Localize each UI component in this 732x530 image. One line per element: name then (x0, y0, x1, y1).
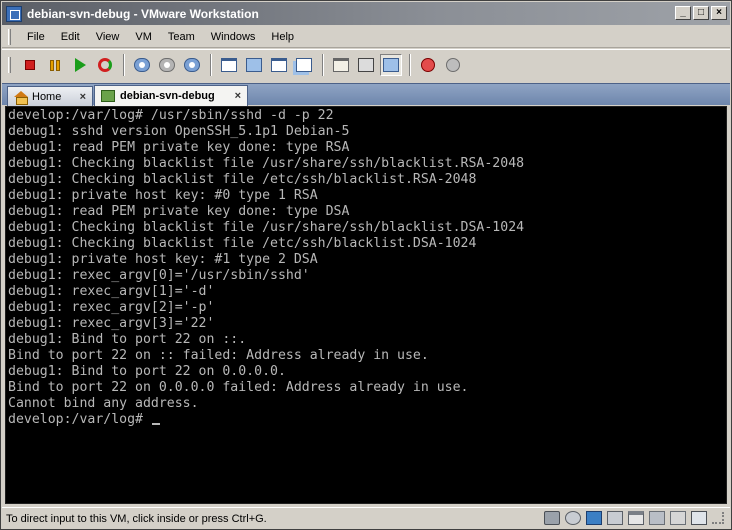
power-on-button[interactable] (69, 54, 91, 76)
device-status-icons (544, 511, 724, 525)
menu-view[interactable]: View (88, 29, 128, 45)
take-snapshot-icon (134, 58, 150, 72)
console-prompt: develop:/var/log# (8, 412, 151, 427)
usb-icon[interactable] (649, 511, 665, 525)
title-bar[interactable]: debian-svn-debug - VMware Workstation _ … (2, 2, 730, 25)
full-screen-icon (246, 58, 262, 72)
vmware-app-icon (6, 5, 22, 22)
console-line: debug1: read PEM private key done: type … (8, 204, 350, 219)
cd-rom-icon[interactable] (565, 511, 581, 525)
toolbar-separator (322, 54, 324, 76)
menu-bar: File Edit View VM Team Windows Help (2, 26, 730, 48)
console-line: debug1: read PEM private key done: type … (8, 140, 350, 155)
record-button[interactable] (417, 54, 439, 76)
show-folder-button[interactable] (330, 54, 352, 76)
unity-button[interactable] (268, 54, 290, 76)
show-console-icon (383, 58, 399, 72)
multi-monitor-icon (296, 58, 312, 72)
toolbar (2, 49, 730, 80)
tab-vm-label: debian-svn-debug (120, 90, 215, 102)
printer-icon[interactable] (628, 511, 644, 525)
tab-debian-svn-debug[interactable]: debian-svn-debug × (94, 85, 248, 106)
menu-edit[interactable]: Edit (53, 29, 88, 45)
console-line: debug1: Checking blacklist file /usr/sha… (8, 220, 525, 235)
window-controls: _ □ × (675, 6, 727, 20)
console-line: debug1: Checking blacklist file /usr/sha… (8, 156, 525, 171)
quick-switch-button[interactable] (218, 54, 240, 76)
unity-icon (271, 58, 287, 72)
console-line: debug1: Bind to port 22 on ::. (8, 332, 247, 347)
show-summary-icon (358, 58, 374, 72)
resize-grip[interactable] (712, 512, 724, 524)
menu-file[interactable]: File (19, 29, 53, 45)
menu-help[interactable]: Help (263, 29, 302, 45)
menu-vm[interactable]: VM (127, 29, 160, 45)
menu-team[interactable]: Team (160, 29, 203, 45)
menubar-grip[interactable] (8, 28, 11, 45)
record-icon (421, 58, 435, 72)
toolbar-separator (210, 54, 212, 76)
maximize-button[interactable]: □ (693, 6, 709, 20)
console-line: Bind to port 22 on :: failed: Address al… (8, 348, 429, 363)
power-off-icon (25, 60, 35, 70)
close-button[interactable]: × (711, 6, 727, 20)
home-icon (14, 90, 28, 105)
toolbar-separator (409, 54, 411, 76)
suspend-button[interactable] (44, 54, 66, 76)
status-message: To direct input to this VM, click inside… (6, 512, 267, 525)
console-line: debug1: private host key: #0 type 1 RSA (8, 188, 318, 203)
console-line: debug1: rexec_argv[2]='-p' (8, 300, 215, 315)
console-line: develop:/var/log# /usr/sbin/sshd -d -p 2… (8, 108, 334, 123)
minimize-button[interactable]: _ (675, 6, 691, 20)
status-bar: To direct input to this VM, click inside… (2, 507, 730, 529)
sound-icon[interactable] (670, 511, 686, 525)
multi-monitor-button[interactable] (293, 54, 315, 76)
snapshot-manager-icon (184, 58, 200, 72)
console-line: debug1: Bind to port 22 on 0.0.0.0. (8, 364, 286, 379)
take-snapshot-button[interactable] (131, 54, 153, 76)
console-line: debug1: sshd version OpenSSH_5.1p1 Debia… (8, 124, 350, 139)
hard-disk-icon[interactable] (544, 511, 560, 525)
revert-snapshot-button[interactable] (156, 54, 178, 76)
console-line: Bind to port 22 on 0.0.0.0 failed: Addre… (8, 380, 469, 395)
reset-button[interactable] (94, 54, 116, 76)
console-line: debug1: private host key: #1 type 2 DSA (8, 252, 318, 267)
show-console-button[interactable] (380, 54, 402, 76)
vm-icon (101, 90, 115, 102)
replay-icon (446, 58, 460, 72)
quick-switch-icon (221, 58, 237, 72)
console-line: debug1: Checking blacklist file /etc/ssh… (8, 172, 477, 187)
tab-home[interactable]: Home × (7, 86, 93, 106)
tab-vm-close-icon[interactable]: × (235, 90, 241, 102)
snapshot-manager-button[interactable] (181, 54, 203, 76)
window-title: debian-svn-debug - VMware Workstation (27, 6, 259, 21)
console-line: Cannot bind any address. (8, 396, 199, 411)
console-line: debug1: rexec_argv[0]='/usr/sbin/sshd' (8, 268, 310, 283)
network-icon[interactable] (586, 511, 602, 525)
console-line: debug1: Checking blacklist file /etc/ssh… (8, 236, 477, 251)
power-on-icon (74, 58, 86, 72)
message-log-icon[interactable] (691, 511, 707, 525)
text-cursor (151, 423, 160, 425)
console-line: debug1: rexec_argv[1]='-d' (8, 284, 215, 299)
toolbar-separator (123, 54, 125, 76)
toolbar-grip[interactable] (8, 57, 11, 73)
show-folder-icon (333, 58, 349, 72)
floppy-icon[interactable] (607, 511, 623, 525)
tab-strip: Home × debian-svn-debug × (2, 83, 730, 106)
vm-console[interactable]: develop:/var/log# /usr/sbin/sshd -d -p 2… (5, 106, 727, 504)
replay-button[interactable] (442, 54, 464, 76)
show-summary-button[interactable] (355, 54, 377, 76)
console-prompt-line: develop:/var/log# (8, 412, 726, 428)
console-line: debug1: rexec_argv[3]='22' (8, 316, 215, 331)
revert-snapshot-icon (159, 58, 175, 72)
menu-windows[interactable]: Windows (203, 29, 264, 45)
power-off-button[interactable] (19, 54, 41, 76)
suspend-icon (50, 59, 60, 71)
full-screen-button[interactable] (243, 54, 265, 76)
reset-icon (98, 58, 112, 72)
tab-home-label: Home (32, 90, 62, 103)
tab-home-close-icon[interactable]: × (80, 91, 86, 103)
vmware-window: debian-svn-debug - VMware Workstation _ … (0, 0, 732, 530)
